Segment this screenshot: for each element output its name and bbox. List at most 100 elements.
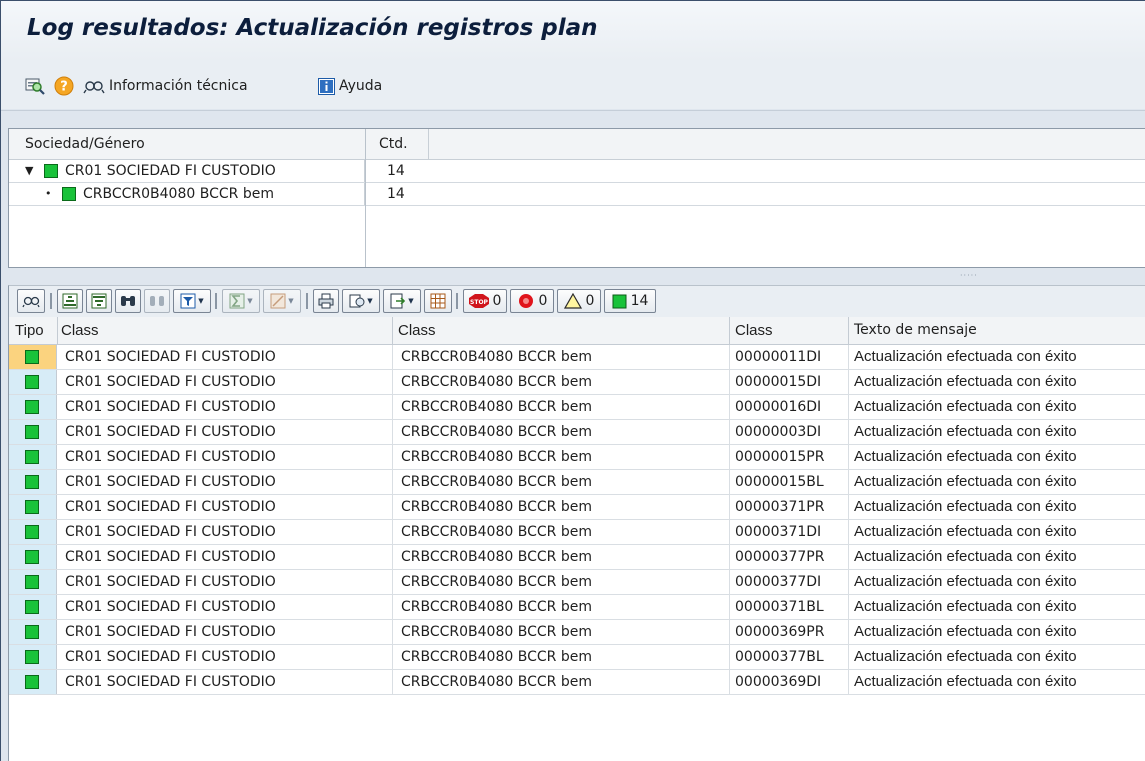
row-tipo-cell[interactable] xyxy=(9,645,57,669)
row-tipo-cell[interactable] xyxy=(9,345,57,369)
cell-genero: CRBCCR0B4080 BCCR bem xyxy=(401,599,592,615)
row-tipo-cell[interactable] xyxy=(9,520,57,544)
table-row[interactable]: CR01 SOCIEDAD FI CUSTODIO CRBCCR0B4080 BC… xyxy=(9,470,1145,495)
row-tipo-cell[interactable] xyxy=(9,445,57,469)
col-header-class-sociedad[interactable]: Class xyxy=(61,322,99,339)
cell-genero: CRBCCR0B4080 BCCR bem xyxy=(401,524,592,540)
cell-genero: CRBCCR0B4080 BCCR bem xyxy=(401,549,592,565)
grid-toolbar: ▼ ▼ ▼ ▼ ▼ STOP 0 0 0 14 xyxy=(8,285,1145,317)
expand-icon[interactable]: ▼ xyxy=(25,164,33,177)
table-row[interactable]: CR01 SOCIEDAD FI CUSTODIO CRBCCR0B4080 BC… xyxy=(9,370,1145,395)
cell-codigo: 00000377DI xyxy=(735,574,822,590)
cell-genero: CRBCCR0B4080 BCCR bem xyxy=(401,424,592,440)
row-tipo-cell[interactable] xyxy=(9,395,57,419)
tree-node-genero[interactable]: • CRBCCR0B4080 BCCR bem 14 xyxy=(9,183,1145,206)
row-tipo-cell[interactable] xyxy=(9,470,57,494)
table-row[interactable]: CR01 SOCIEDAD FI CUSTODIO CRBCCR0B4080 BC… xyxy=(9,645,1145,670)
success-icon xyxy=(612,294,627,308)
tree-header: Sociedad/Género Ctd. xyxy=(9,129,1145,160)
layout-button[interactable] xyxy=(424,289,452,313)
find-button[interactable] xyxy=(115,289,141,313)
cell-codigo: 00000371PR xyxy=(735,499,825,515)
svg-text:STOP: STOP xyxy=(470,299,489,306)
cell-texto: Actualización efectuada con éxito xyxy=(854,523,1077,540)
success-filter-button[interactable]: 14 xyxy=(604,289,656,313)
cell-texto: Actualización efectuada con éxito xyxy=(854,348,1077,365)
find-button[interactable] xyxy=(25,75,45,97)
help-button[interactable]: ? xyxy=(54,75,74,97)
hierarchy-tree: Sociedad/Género Ctd. ▼ CR01 SOCIEDAD FI … xyxy=(8,128,1145,268)
sort-descending-button[interactable] xyxy=(86,289,112,313)
info-tecnica-button[interactable]: Información técnica xyxy=(83,75,248,97)
table-row[interactable]: CR01 SOCIEDAD FI CUSTODIO CRBCCR0B4080 BC… xyxy=(9,620,1145,645)
success-status-icon xyxy=(25,500,39,514)
message-grid: Tipo Class Class Class Texto de mensaje … xyxy=(8,317,1145,761)
row-tipo-cell[interactable] xyxy=(9,545,57,569)
table-row[interactable]: CR01 SOCIEDAD FI CUSTODIO CRBCCR0B4080 BC… xyxy=(9,545,1145,570)
cell-genero: CRBCCR0B4080 BCCR bem xyxy=(401,374,592,390)
warning-filter-button[interactable]: 0 xyxy=(557,289,601,313)
cell-genero: CRBCCR0B4080 BCCR bem xyxy=(401,474,592,490)
table-row[interactable]: CR01 SOCIEDAD FI CUSTODIO CRBCCR0B4080 BC… xyxy=(9,595,1145,620)
grid-technical-info-button[interactable] xyxy=(17,289,45,313)
table-row[interactable]: CR01 SOCIEDAD FI CUSTODIO CRBCCR0B4080 BC… xyxy=(9,670,1145,695)
tree-header-sociedad[interactable]: Sociedad/Género xyxy=(25,136,145,152)
table-row[interactable]: CR01 SOCIEDAD FI CUSTODIO CRBCCR0B4080 BC… xyxy=(9,495,1145,520)
splitter-handle[interactable]: ····· xyxy=(960,271,978,280)
col-header-class-genero[interactable]: Class xyxy=(398,322,436,339)
table-row[interactable]: CR01 SOCIEDAD FI CUSTODIO CRBCCR0B4080 BC… xyxy=(9,420,1145,445)
row-tipo-cell[interactable] xyxy=(9,370,57,394)
cell-codigo: 00000015PR xyxy=(735,449,825,465)
cell-codigo: 00000015BL xyxy=(735,474,824,490)
subtotal-button[interactable]: ▼ xyxy=(263,289,301,313)
sum-icon xyxy=(229,293,245,309)
stop-count: 0 xyxy=(492,293,502,309)
help-icon: ? xyxy=(54,76,74,96)
tree-header-ctd[interactable]: Ctd. xyxy=(379,136,408,152)
col-header-tipo[interactable]: Tipo xyxy=(15,322,44,339)
export-button[interactable]: ▼ xyxy=(383,289,421,313)
cell-codigo: 00000369PR xyxy=(735,624,825,640)
sum-button[interactable]: ▼ xyxy=(222,289,260,313)
find-next-icon xyxy=(150,296,164,306)
col-header-class-codigo[interactable]: Class xyxy=(735,322,773,339)
cell-genero: CRBCCR0B4080 BCCR bem xyxy=(401,574,592,590)
col-header-texto[interactable]: Texto de mensaje xyxy=(854,322,977,338)
cell-sociedad: CR01 SOCIEDAD FI CUSTODIO xyxy=(65,349,276,365)
table-row[interactable]: CR01 SOCIEDAD FI CUSTODIO CRBCCR0B4080 BC… xyxy=(9,520,1145,545)
cell-codigo: 00000377PR xyxy=(735,549,825,565)
filter-button[interactable]: ▼ xyxy=(173,289,211,313)
print-button[interactable] xyxy=(313,289,339,313)
stop-filter-button[interactable]: STOP 0 xyxy=(463,289,507,313)
table-row[interactable]: CR01 SOCIEDAD FI CUSTODIO CRBCCR0B4080 BC… xyxy=(9,345,1145,370)
success-status-icon xyxy=(25,575,39,589)
tree-header-divider xyxy=(428,129,429,159)
cell-sociedad: CR01 SOCIEDAD FI CUSTODIO xyxy=(65,524,276,540)
row-tipo-cell[interactable] xyxy=(9,420,57,444)
view-button[interactable]: ▼ xyxy=(342,289,380,313)
cell-codigo: 00000011DI xyxy=(735,349,822,365)
info-icon xyxy=(318,77,335,95)
row-tipo-cell[interactable] xyxy=(9,570,57,594)
error-count: 0 xyxy=(538,293,548,309)
filter-icon xyxy=(180,293,196,309)
table-row[interactable]: CR01 SOCIEDAD FI CUSTODIO CRBCCR0B4080 BC… xyxy=(9,445,1145,470)
find-next-button[interactable] xyxy=(144,289,170,313)
success-status-icon xyxy=(25,375,39,389)
cell-texto: Actualización efectuada con éxito xyxy=(854,473,1077,490)
table-row[interactable]: CR01 SOCIEDAD FI CUSTODIO CRBCCR0B4080 BC… xyxy=(9,570,1145,595)
row-tipo-cell[interactable] xyxy=(9,670,57,694)
row-tipo-cell[interactable] xyxy=(9,595,57,619)
table-row[interactable]: CR01 SOCIEDAD FI CUSTODIO CRBCCR0B4080 BC… xyxy=(9,395,1145,420)
cell-sociedad: CR01 SOCIEDAD FI CUSTODIO xyxy=(65,599,276,615)
sort-ascending-button[interactable] xyxy=(57,289,83,313)
error-filter-button[interactable]: 0 xyxy=(510,289,554,313)
ayuda-button[interactable]: Ayuda xyxy=(318,75,382,97)
tree-node-sociedad[interactable]: ▼ CR01 SOCIEDAD FI CUSTODIO 14 xyxy=(9,160,1145,183)
cell-sociedad: CR01 SOCIEDAD FI CUSTODIO xyxy=(65,374,276,390)
row-tipo-cell[interactable] xyxy=(9,620,57,644)
row-tipo-cell[interactable] xyxy=(9,495,57,519)
success-status-icon xyxy=(25,675,39,689)
page-title: Log resultados: Actualización registros … xyxy=(27,15,598,41)
cell-sociedad: CR01 SOCIEDAD FI CUSTODIO xyxy=(65,399,276,415)
